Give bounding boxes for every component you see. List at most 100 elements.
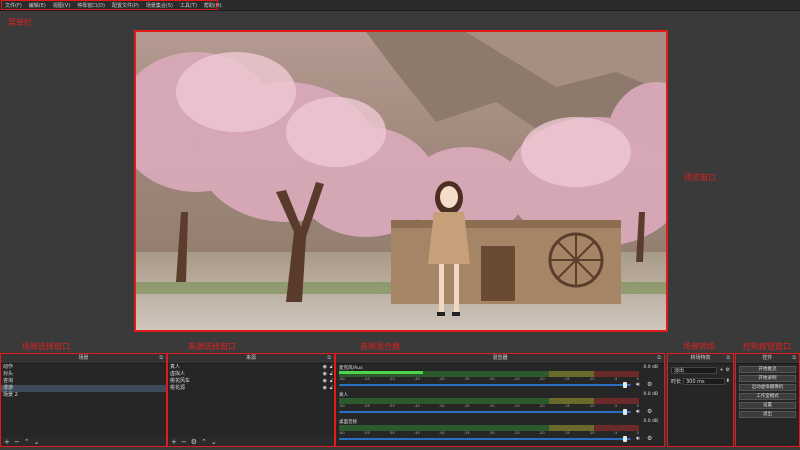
controls-dock-header: 控件 ⧉ — [736, 354, 799, 364]
lock-icon[interactable]: 🔓︎ — [330, 364, 333, 371]
controls-dock: 控件 ⧉ 开始推流 开始录制 启动虚拟摄像机 工作室模式 设置 退出 — [736, 354, 799, 446]
transitions-title: 转场特效 — [690, 355, 711, 361]
move-up-icon[interactable]: ⌃ — [201, 438, 207, 446]
controls-title: 控件 — [762, 355, 773, 361]
menu-item[interactable]: 停靠窗口(D) — [77, 2, 105, 9]
scale-label: -15 — [563, 431, 570, 435]
control-button[interactable]: 开始推流 — [739, 365, 796, 373]
visibility-eye-icon[interactable]: ◉ — [323, 364, 327, 371]
scale-label: -35 — [463, 404, 470, 408]
scale-label: -10 — [588, 404, 595, 408]
visibility-eye-icon[interactable]: ◉ — [323, 378, 327, 385]
source-item[interactable]: 虚拟人 ◉ 🔓︎ — [168, 371, 334, 378]
menu-item[interactable]: 工具(T) — [180, 2, 197, 9]
volume-slider[interactable] — [339, 382, 631, 388]
scale-label: -45 — [413, 404, 420, 408]
scene-item[interactable]: 场景 2 — [1, 392, 166, 399]
preview-scene-image — [136, 32, 666, 330]
scale-label: -20 — [538, 404, 545, 408]
menu-item[interactable]: 帮助(H) — [204, 2, 222, 9]
annotation-mixer: 音频混合器 — [360, 342, 400, 351]
stepper-icon[interactable]: ⬍ — [726, 378, 730, 384]
move-down-icon[interactable]: ⌄ — [34, 438, 40, 446]
gear-icon[interactable]: ⚙ — [726, 367, 730, 373]
scale-label: -60 — [339, 404, 345, 408]
scene-item[interactable]: 咨询 — [1, 378, 166, 385]
control-button[interactable]: 工作室模式 — [739, 392, 796, 400]
control-button[interactable]: 启动虚拟摄像机 — [739, 383, 796, 391]
source-item[interactable]: 桃花风车 ◉ 🔓︎ — [168, 378, 334, 385]
scale-label: -55 — [363, 404, 370, 408]
sources-title: 来源 — [245, 355, 256, 361]
sources-toolbar: + − ⚙ ⌃ ⌄ — [168, 437, 334, 446]
scale-label: -5 — [613, 377, 618, 381]
menu-item[interactable]: 配置文件(P) — [112, 2, 139, 9]
undock-icon[interactable]: ⧉ — [159, 354, 163, 363]
scale-label: -5 — [613, 431, 618, 435]
gear-icon[interactable]: ⚙ — [647, 435, 652, 442]
speaker-icon[interactable]: 🔊︎ — [636, 435, 640, 443]
add-icon[interactable]: + — [171, 438, 177, 446]
scale-label: -50 — [388, 404, 395, 408]
scene-item[interactable]: 漫游 — [1, 385, 166, 392]
remove-icon[interactable]: − — [181, 438, 187, 446]
menu-items: 文件(F) 编辑(E) 视图(V) 停靠窗口(D) 配置文件(P) 场景集合(S) 工具(T… — [1, 0, 222, 10]
undock-icon[interactable]: ⧉ — [726, 354, 730, 363]
menu-item[interactable]: 文件(F) — [5, 2, 22, 9]
move-up-icon[interactable]: ⌃ — [24, 438, 30, 446]
scenes-dock: 场景 ⧉ 动作 对头 咨询 漫游 场景 2 + − ⌃ ⌄ — [1, 354, 166, 446]
gear-icon[interactable]: ⚙ — [647, 408, 652, 415]
visibility-eye-icon[interactable]: ◉ — [323, 385, 327, 392]
undock-icon[interactable]: ⧉ — [657, 354, 661, 363]
move-down-icon[interactable]: ⌄ — [211, 438, 217, 446]
scale-label: -25 — [513, 404, 520, 408]
scale-label: -60 — [339, 431, 345, 435]
volume-slider[interactable] — [339, 409, 631, 415]
scale-label: -30 — [488, 377, 495, 381]
visibility-eye-icon[interactable]: ◉ — [323, 371, 327, 378]
duration-field[interactable]: 300 ms — [683, 377, 725, 385]
add-icon[interactable]: + — [4, 438, 10, 446]
transition-type-select[interactable]: 淡出 — [671, 366, 718, 374]
control-buttons: 开始推流 开始录制 启动虚拟摄像机 工作室模式 设置 退出 — [736, 364, 799, 446]
lock-icon[interactable]: 🔓︎ — [330, 385, 333, 392]
track-db: 0.0 dB — [643, 419, 658, 424]
scale-label: -45 — [413, 377, 420, 381]
scale-label: -60 — [339, 377, 345, 381]
scale-label: -50 — [388, 431, 395, 435]
speaker-icon[interactable]: 🔊︎ — [636, 381, 640, 389]
source-list: 真人 ◉ 🔓︎ 虚拟人 ◉ 🔓︎ 桃花风车 ◉ 🔓︎ 桃花源 ◉ 🔓︎ — [168, 364, 334, 437]
add-transition-icon[interactable]: + — [719, 367, 723, 373]
source-item[interactable]: 桃花源 ◉ 🔓︎ — [168, 385, 334, 392]
remove-icon[interactable]: − — [14, 438, 20, 446]
control-button[interactable]: 开始录制 — [739, 374, 796, 382]
menu-item[interactable]: 场景集合(S) — [146, 2, 173, 9]
volume-slider[interactable] — [339, 436, 631, 442]
lock-icon[interactable]: 🔓︎ — [330, 371, 333, 378]
speaker-icon[interactable]: 🔊︎ — [636, 408, 640, 416]
menu-item[interactable]: 编辑(E) — [29, 2, 46, 9]
gear-icon[interactable]: ⚙ — [191, 438, 197, 446]
scene-item[interactable]: 动作 — [1, 364, 166, 371]
gear-icon[interactable]: ⚙ — [647, 381, 652, 388]
undock-icon[interactable]: ⧉ — [327, 354, 331, 363]
scale-label: -25 — [513, 431, 520, 435]
mixer-track: 真人 0.0 dB -60 -55 -50 -45 -40 -35 -30 -25 -20 -15 -1… — [336, 391, 664, 418]
control-button[interactable]: 退出 — [739, 410, 796, 418]
scenes-title: 场景 — [78, 355, 89, 361]
scale-label: -45 — [413, 431, 420, 435]
preview-window[interactable] — [134, 30, 668, 332]
menu-item[interactable]: 视图(V) — [53, 2, 70, 9]
source-item[interactable]: 真人 ◉ 🔓︎ — [168, 364, 334, 371]
scale-label: -30 — [488, 431, 495, 435]
scale-label: -40 — [438, 431, 445, 435]
mixer-track: 麦克风/Aux 0.0 dB -60 -55 -50 -45 -40 -35 -30 -25 -20… — [336, 364, 664, 391]
undock-icon[interactable]: ⧉ — [792, 354, 796, 363]
meter-scale: -60 -55 -50 -45 -40 -35 -30 -25 -20 -15 -10 -5 0 — [339, 377, 639, 382]
lock-icon[interactable]: 🔓︎ — [330, 378, 333, 385]
control-button[interactable]: 设置 — [739, 401, 796, 409]
scale-label: -30 — [488, 404, 495, 408]
scenes-dock-header: 场景 ⧉ — [1, 354, 166, 364]
scene-item[interactable]: 对头 — [1, 371, 166, 378]
source-item-label: 虚拟人 — [170, 371, 186, 377]
